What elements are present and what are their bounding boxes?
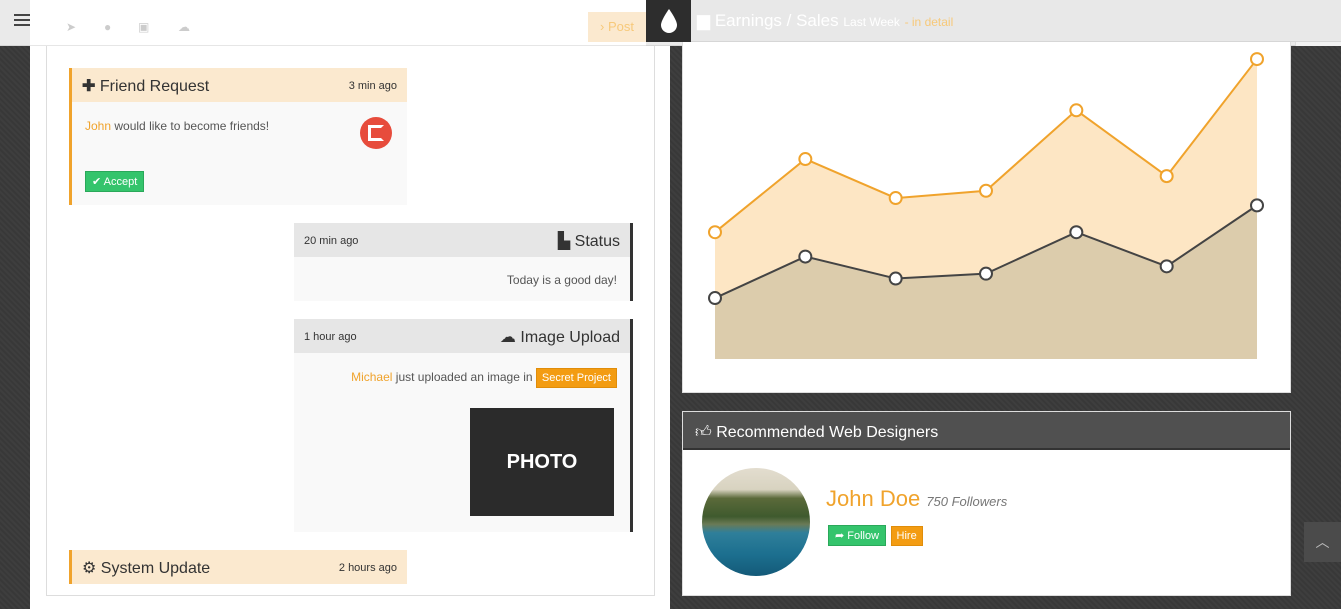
sales-point[interactable] xyxy=(708,291,722,306)
cloud-upload-icon[interactable]: ☁ xyxy=(178,20,190,34)
sales-point[interactable] xyxy=(798,249,813,264)
avatar[interactable] xyxy=(702,468,810,576)
status-card: 20 min ago ▙ Status Today is a good day! xyxy=(294,223,633,301)
bar-chart-icon: ▆ xyxy=(697,11,711,30)
microphone-icon[interactable]: ● xyxy=(104,20,111,34)
gear-icon: ⚙ xyxy=(82,560,97,577)
earnings-point[interactable] xyxy=(1159,169,1174,184)
sales-point[interactable] xyxy=(979,266,993,281)
status-text: Today is a good day! xyxy=(506,273,617,287)
hire-button[interactable]: Hire xyxy=(890,526,923,546)
location-icon[interactable]: ➤ xyxy=(66,20,76,34)
system-update-card: ⚙ System Update 2 hours ago xyxy=(69,550,407,584)
earnings-point[interactable] xyxy=(708,225,722,240)
follow-label: Follow xyxy=(847,530,880,542)
card-time: 3 min ago xyxy=(348,80,397,92)
card-title: Status xyxy=(574,233,620,250)
file-icon: ▙ xyxy=(557,233,571,250)
thumbs-up-icon: 👍︎ xyxy=(695,424,712,441)
post-composer-bar: ➤ ● ▣ ☁ xyxy=(30,0,646,46)
earnings-point[interactable] xyxy=(888,191,903,206)
earnings-point[interactable] xyxy=(1250,52,1264,67)
earnings-point[interactable] xyxy=(1069,103,1084,118)
cloud-upload-icon: ☁ xyxy=(499,329,516,346)
chart-detail-link[interactable]: - in detail xyxy=(905,15,954,29)
card-text: would like to become friends! xyxy=(114,119,270,133)
image-upload-card: 1 hour ago ☁ Image Upload Michael just u… xyxy=(294,319,633,532)
chart-panel-header: ▆ Earnings / Sales Last Week - in detail xyxy=(691,0,1341,42)
designer-name[interactable]: John Doe xyxy=(826,486,920,511)
recommended-title: Recommended Web Designers xyxy=(716,424,939,441)
card-time: 1 hour ago xyxy=(304,331,357,343)
user-link[interactable]: John xyxy=(85,119,111,133)
sales-point[interactable] xyxy=(1159,259,1174,274)
earnings-point[interactable] xyxy=(798,152,813,167)
follower-count: 750 Followers xyxy=(926,494,1008,509)
chart-subtitle: Last Week xyxy=(843,15,900,29)
hamburger-menu-icon[interactable] xyxy=(14,14,30,30)
user-link[interactable]: Michael xyxy=(351,370,392,384)
timeline-panel: ✚ Friend Request 3 min ago John would li… xyxy=(46,46,655,596)
sales-point[interactable] xyxy=(1250,198,1264,213)
accept-button[interactable]: ✔ Accept xyxy=(85,171,145,192)
card-title: System Update xyxy=(100,560,211,577)
earnings-sales-chart xyxy=(708,52,1264,360)
plus-icon: ✚ xyxy=(82,78,96,95)
friend-request-card: ✚ Friend Request 3 min ago John would li… xyxy=(69,68,407,205)
chart-title: Earnings / Sales xyxy=(714,11,839,30)
app-logo-icon xyxy=(360,117,392,149)
camera-icon[interactable]: ▣ xyxy=(138,20,149,34)
accept-label: Accept xyxy=(103,176,138,188)
card-time: 20 min ago xyxy=(304,235,359,247)
earnings-point[interactable] xyxy=(979,183,993,198)
sales-point[interactable] xyxy=(1069,225,1084,240)
scroll-to-top-button[interactable]: ︿ xyxy=(1304,522,1341,562)
card-title: Image Upload xyxy=(520,329,620,346)
post-button[interactable]: › Post xyxy=(588,12,646,42)
earnings-chart-panel xyxy=(682,42,1291,393)
drop-logo-icon[interactable] xyxy=(646,0,691,42)
card-title: Friend Request xyxy=(99,78,210,95)
recommended-panel: 👍︎ Recommended Web Designers John Doe 75… xyxy=(682,411,1291,596)
project-tag[interactable]: Secret Project xyxy=(535,368,617,388)
recommended-header: 👍︎ Recommended Web Designers xyxy=(683,412,1290,450)
photo-thumbnail[interactable]: PHOTO xyxy=(470,408,614,516)
follow-button[interactable]: ➦ Follow xyxy=(828,525,887,546)
card-text: just uploaded an image in xyxy=(395,370,533,384)
card-time: 2 hours ago xyxy=(338,562,397,574)
sales-point[interactable] xyxy=(888,271,903,286)
